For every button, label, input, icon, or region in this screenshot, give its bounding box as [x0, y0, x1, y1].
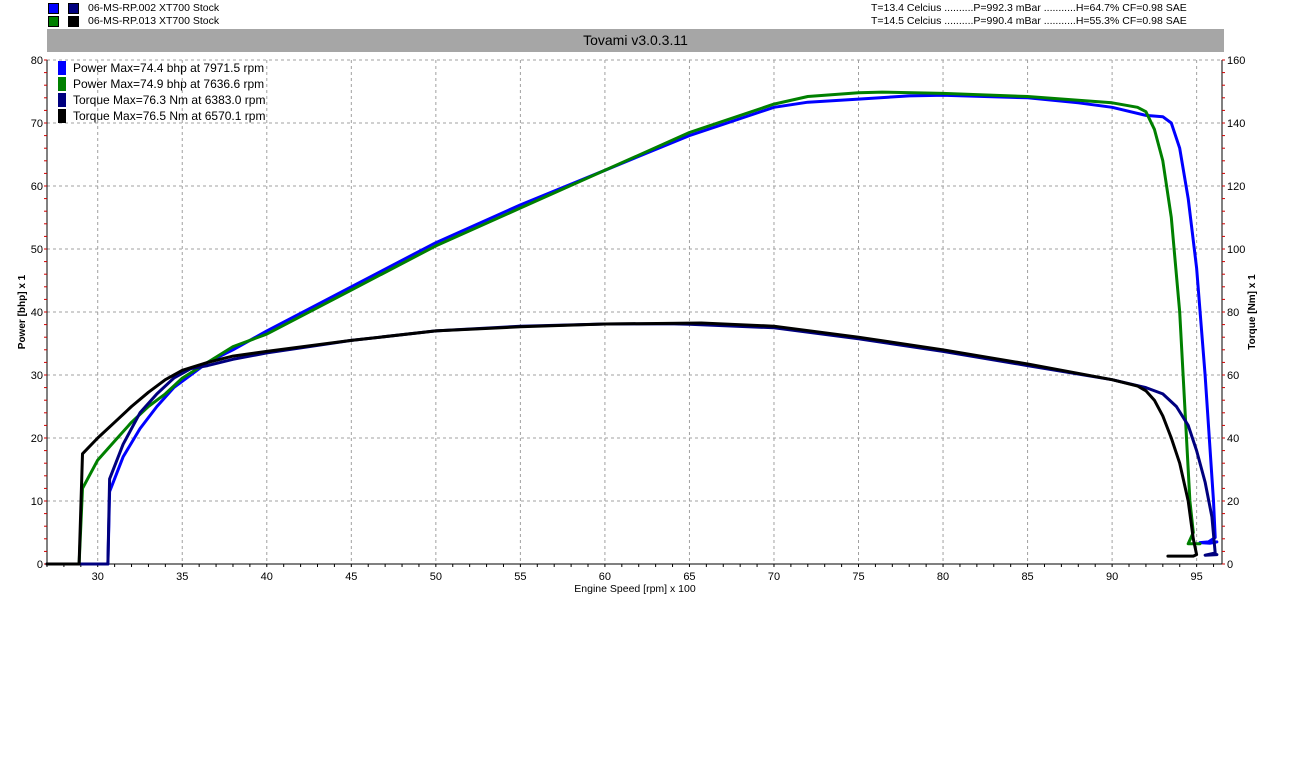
- run-1-conditions: T=13.4 Celcius ..........P=992.3 mBar ..…: [871, 2, 1187, 14]
- run-2-label: 06-MS-RP.013 XT700 Stock: [88, 15, 220, 27]
- series-line-1: [45, 93, 1219, 566]
- app-title: Tovami v3.0.3.11: [583, 32, 688, 48]
- y-left-tick-label-30: 30: [31, 370, 43, 382]
- y-left-tick-label-10: 10: [31, 496, 43, 508]
- y-axis-right-title: Torque [Nm] x 1: [1247, 274, 1258, 350]
- y-left-tick-label-70: 70: [31, 118, 43, 130]
- y-right-tick-label-60: 60: [1227, 370, 1239, 382]
- x-tick-label-35: 35: [176, 571, 188, 583]
- y-right-tick-label-160: 160: [1227, 55, 1245, 67]
- y-left-tick-label-80: 80: [31, 55, 43, 67]
- x-tick-label-60: 60: [599, 571, 611, 583]
- y-left-tick-label-60: 60: [31, 181, 43, 193]
- run-1-label: 06-MS-RP.002 XT700 Stock: [88, 2, 220, 14]
- legend-swatch-4: [58, 109, 66, 123]
- x-tick-label-55: 55: [514, 571, 526, 583]
- title-bar: Tovami v3.0.3.11: [47, 29, 1224, 52]
- x-tick-label-75: 75: [852, 571, 864, 583]
- y-left-tick-label-50: 50: [31, 244, 43, 256]
- y-right-tick-label-140: 140: [1227, 118, 1245, 130]
- run-1-torque-swatch[interactable]: [68, 3, 79, 14]
- y-right-tick-label-80: 80: [1227, 307, 1239, 319]
- legend-label-2: Power Max=74.9 bhp at 7636.6 rpm: [73, 77, 264, 91]
- x-tick-label-90: 90: [1106, 571, 1118, 583]
- run-list: 06-MS-RP.002 XT700 Stock T=13.4 Celcius …: [0, 0, 1300, 28]
- run-row-2[interactable]: 06-MS-RP.013 XT700 Stock T=14.5 Celcius …: [0, 15, 1300, 28]
- y-right-tick-label-120: 120: [1227, 181, 1245, 193]
- y-right-tick-label-100: 100: [1227, 244, 1245, 256]
- y-axis-left-title: Power [bhp] x 1: [17, 274, 28, 349]
- x-tick-label-95: 95: [1191, 571, 1203, 583]
- series-line-4: [45, 321, 1199, 566]
- run-1-power-swatch[interactable]: [48, 3, 59, 14]
- y-left-tick-label-40: 40: [31, 307, 43, 319]
- legend-label-4: Torque Max=76.5 Nm at 6570.1 rpm: [73, 109, 265, 123]
- x-tick-label-65: 65: [683, 571, 695, 583]
- grid: [47, 59, 1222, 564]
- legend-swatch-2: [58, 77, 66, 91]
- x-tick-label-70: 70: [768, 571, 780, 583]
- y-right-tick-label-0: 0: [1227, 559, 1233, 571]
- x-tick-label-85: 85: [1021, 571, 1033, 583]
- x-tick-label-80: 80: [937, 571, 949, 583]
- x-axis-title: Engine Speed [rpm] x 100: [574, 583, 696, 595]
- y-left-tick-label-0: 0: [37, 559, 43, 571]
- series-group: [45, 90, 1219, 566]
- x-tick-label-40: 40: [261, 571, 273, 583]
- legend: Power Max=74.4 bhp at 7971.5 rpm Power Ma…: [58, 61, 265, 123]
- legend-label-3: Torque Max=76.3 Nm at 6383.0 rpm: [73, 93, 265, 107]
- y-right-tick-label-40: 40: [1227, 433, 1239, 445]
- series-line-2: [45, 90, 1202, 566]
- y-right-tick-label-20: 20: [1227, 496, 1239, 508]
- run-2-power-swatch[interactable]: [48, 16, 59, 27]
- legend-swatch-1: [58, 61, 66, 75]
- x-tick-label-30: 30: [92, 571, 104, 583]
- x-tick-label-50: 50: [430, 571, 442, 583]
- dyno-chart: 30 35 40 45 50 55 60 65 70 75 80 85 90 95 0 10 20 30 40 50 6…: [17, 55, 1258, 595]
- run-row-1[interactable]: 06-MS-RP.002 XT700 Stock T=13.4 Celcius …: [0, 2, 1300, 15]
- legend-label-1: Power Max=74.4 bhp at 7971.5 rpm: [73, 61, 264, 75]
- run-2-torque-swatch[interactable]: [68, 16, 79, 27]
- y-left-tick-label-20: 20: [31, 433, 43, 445]
- legend-swatch-3: [58, 93, 66, 107]
- run-2-conditions: T=14.5 Celcius ..........P=990.4 mBar ..…: [871, 15, 1187, 27]
- x-tick-label-45: 45: [345, 571, 357, 583]
